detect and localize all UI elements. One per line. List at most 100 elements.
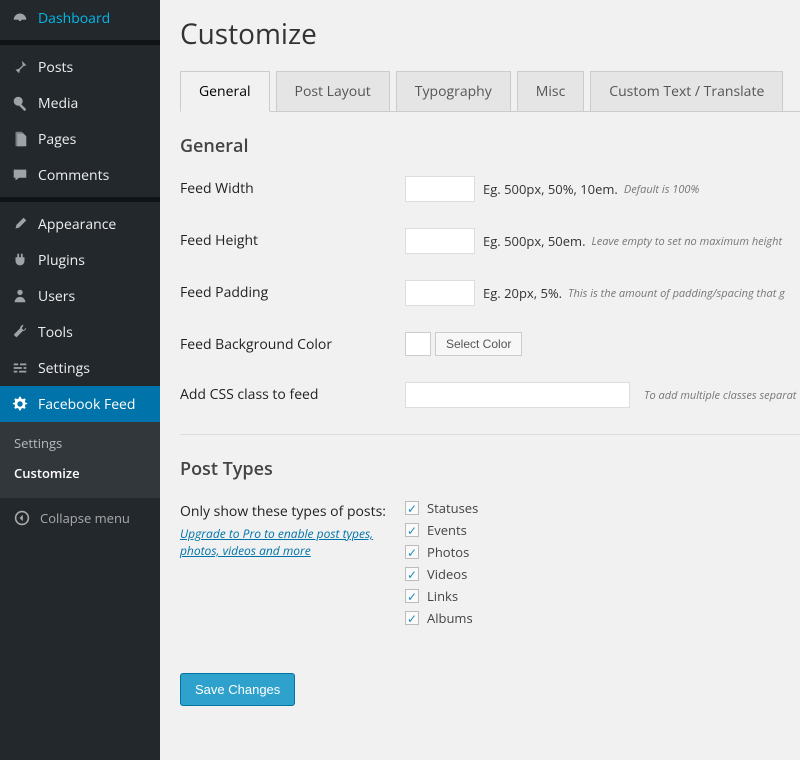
- select-color-button[interactable]: Select Color: [435, 332, 522, 356]
- upgrade-link[interactable]: Upgrade to Pro to enable post types, pho…: [180, 525, 405, 559]
- check-icon: ✓: [405, 501, 419, 515]
- sidebar-item-posts[interactable]: Posts: [0, 49, 160, 85]
- sidebar-item-label: Media: [38, 94, 78, 113]
- submenu-item-settings[interactable]: Settings: [0, 428, 160, 458]
- save-changes-button[interactable]: Save Changes: [180, 673, 295, 706]
- check-icon: ✓: [405, 611, 419, 625]
- label-feed-width: Feed Width: [180, 176, 405, 198]
- checkbox-statuses[interactable]: ✓ Statuses: [405, 499, 478, 517]
- sidebar-item-label: Appearance: [38, 215, 116, 234]
- hint-feed-width: Eg. 500px, 50%, 10em.: [483, 180, 618, 198]
- row-feed-padding: Feed Padding Eg. 20px, 5%. This is the a…: [180, 280, 800, 306]
- row-css-class: Add CSS class to feed To add multiple cl…: [180, 382, 800, 408]
- checkbox-links[interactable]: ✓ Links: [405, 587, 478, 605]
- post-types-text: Only show these types of posts:: [180, 502, 405, 521]
- sidebar-item-label: Settings: [38, 359, 90, 378]
- section-title-post-types: Post Types: [180, 457, 800, 481]
- input-feed-width[interactable]: [405, 176, 475, 202]
- option-label: Photos: [427, 543, 469, 561]
- sliders-icon: [10, 358, 30, 378]
- pages-icon: [10, 129, 30, 149]
- check-icon: ✓: [405, 523, 419, 537]
- sidebar-item-pages[interactable]: Pages: [0, 121, 160, 157]
- option-label: Events: [427, 521, 467, 539]
- sidebar-item-comments[interactable]: Comments: [0, 157, 160, 193]
- section-title-general: General: [180, 134, 800, 158]
- wrench-icon: [10, 322, 30, 342]
- brush-icon: [10, 214, 30, 234]
- comments-icon: [10, 165, 30, 185]
- check-icon: ✓: [405, 545, 419, 559]
- label-feed-height: Feed Height: [180, 228, 405, 250]
- tab-custom-text[interactable]: Custom Text / Translate: [590, 71, 783, 111]
- label-css-class: Add CSS class to feed: [180, 382, 405, 404]
- collapse-menu[interactable]: Collapse menu: [0, 498, 160, 538]
- row-feed-height: Feed Height Eg. 500px, 50em. Leave empty…: [180, 228, 800, 254]
- pin-icon: [10, 57, 30, 77]
- hint-css-class: To add multiple classes separat: [644, 388, 796, 403]
- checkbox-videos[interactable]: ✓ Videos: [405, 565, 478, 583]
- plug-icon: [10, 250, 30, 270]
- sidebar-item-label: Facebook Feed: [38, 395, 136, 414]
- post-types-options: ✓ Statuses ✓ Events ✓ Photos ✓ Videos ✓ Links…: [405, 499, 478, 627]
- row-feed-width: Feed Width Eg. 500px, 50%, 10em. Default…: [180, 176, 800, 202]
- label-post-types: Only show these types of posts: Upgrade …: [180, 499, 405, 560]
- page-title: Customize: [180, 15, 800, 53]
- sidebar-item-label: Dashboard: [38, 9, 110, 28]
- tab-bar: General Post Layout Typography Misc Cust…: [180, 71, 800, 112]
- section-divider: [180, 434, 800, 435]
- checkbox-photos[interactable]: ✓ Photos: [405, 543, 478, 561]
- input-css-class[interactable]: [405, 382, 630, 408]
- input-feed-padding[interactable]: [405, 280, 475, 306]
- hint-feed-height: Eg. 500px, 50em.: [483, 232, 586, 250]
- collapse-icon: [12, 508, 32, 528]
- tab-misc[interactable]: Misc: [517, 71, 585, 111]
- hint2-feed-height: Leave empty to set no maximum height: [592, 234, 783, 249]
- input-feed-height[interactable]: [405, 228, 475, 254]
- check-icon: ✓: [405, 589, 419, 603]
- option-label: Statuses: [427, 499, 478, 517]
- row-post-types: Only show these types of posts: Upgrade …: [180, 499, 800, 627]
- checkbox-albums[interactable]: ✓ Albums: [405, 609, 478, 627]
- sidebar-submenu: Settings Customize: [0, 422, 160, 498]
- collapse-label: Collapse menu: [40, 509, 130, 527]
- gear-icon: [10, 394, 30, 414]
- checkbox-events[interactable]: ✓ Events: [405, 521, 478, 539]
- hint2-feed-padding: This is the amount of padding/spacing th…: [568, 286, 785, 301]
- label-feed-padding: Feed Padding: [180, 280, 405, 302]
- sidebar-item-label: Users: [38, 287, 75, 306]
- sidebar-item-users[interactable]: Users: [0, 278, 160, 314]
- check-icon: ✓: [405, 567, 419, 581]
- tab-typography[interactable]: Typography: [396, 71, 511, 111]
- user-icon: [10, 286, 30, 306]
- sidebar-item-plugins[interactable]: Plugins: [0, 242, 160, 278]
- sidebar-item-media[interactable]: Media: [0, 85, 160, 121]
- media-icon: [10, 93, 30, 113]
- sidebar-item-label: Comments: [38, 166, 109, 185]
- sidebar-item-settings[interactable]: Settings: [0, 350, 160, 386]
- option-label: Links: [427, 587, 458, 605]
- option-label: Albums: [427, 609, 473, 627]
- sidebar-item-label: Tools: [38, 323, 73, 342]
- sidebar-item-tools[interactable]: Tools: [0, 314, 160, 350]
- menu-separator: [0, 40, 160, 45]
- row-bg-color: Feed Background Color Select Color: [180, 332, 800, 356]
- option-label: Videos: [427, 565, 467, 583]
- color-swatch[interactable]: [405, 332, 431, 356]
- dashboard-icon: [10, 8, 30, 28]
- menu-separator: [0, 197, 160, 202]
- sidebar-item-facebook-feed[interactable]: Facebook Feed: [0, 386, 160, 422]
- submenu-item-customize[interactable]: Customize: [0, 458, 160, 488]
- sidebar-item-dashboard[interactable]: Dashboard: [0, 0, 160, 36]
- tab-post-layout[interactable]: Post Layout: [276, 71, 390, 111]
- hint-feed-padding: Eg. 20px, 5%.: [483, 284, 562, 302]
- admin-sidebar: Dashboard Posts Media Pages Comments App…: [0, 0, 160, 760]
- hint2-feed-width: Default is 100%: [624, 182, 699, 197]
- sidebar-item-appearance[interactable]: Appearance: [0, 206, 160, 242]
- label-bg-color: Feed Background Color: [180, 332, 405, 354]
- main-content: Customize General Post Layout Typography…: [160, 0, 800, 760]
- sidebar-item-label: Plugins: [38, 251, 85, 270]
- sidebar-item-label: Pages: [38, 130, 76, 149]
- sidebar-item-label: Posts: [38, 58, 73, 77]
- tab-general[interactable]: General: [180, 71, 270, 112]
